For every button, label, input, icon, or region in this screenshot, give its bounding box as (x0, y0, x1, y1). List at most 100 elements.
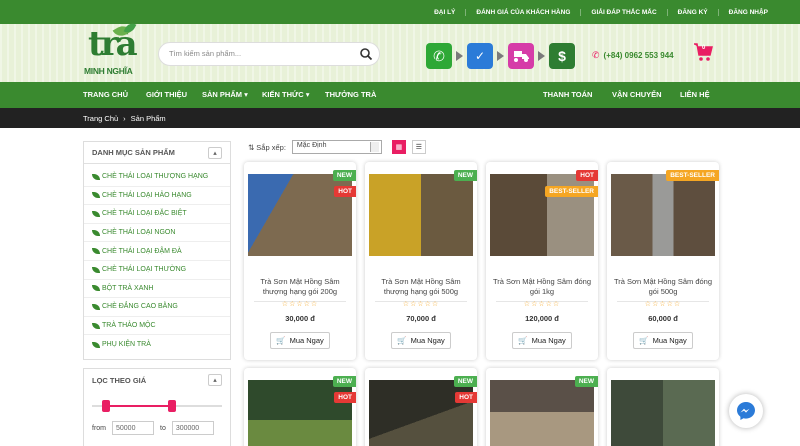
product-name[interactable]: Trà Sơn Mật Hồng Sâm thượng hạng gói 200… (248, 277, 352, 297)
category-item[interactable]: TRÀ THẢO MỘC (84, 317, 230, 336)
product-name[interactable]: Trà Sơn Mật Hồng Sâm đóng gói 1kg (490, 277, 594, 297)
cart-icon: 🛒 (276, 336, 286, 345)
nav-shipping[interactable]: VẬN CHUYỂN (612, 90, 662, 99)
product-image[interactable] (369, 380, 473, 446)
product-card[interactable]: HOT BEST-SELLER Trà Sơn Mật Hồng Sâm đón… (486, 162, 598, 360)
arrow-icon (538, 51, 545, 61)
product-image[interactable] (611, 174, 715, 256)
site-header: trà MINH NGHĨA Tìm kiếm sản phẩm... ✆ ✓ … (0, 20, 800, 82)
messenger-icon (737, 402, 755, 420)
category-item[interactable]: CHÈ THÁI LOẠI ĐẬM ĐÀ (84, 242, 230, 261)
delivery-icon (508, 43, 534, 69)
new-badge: NEW (332, 376, 356, 387)
product-card[interactable]: NEW HOT (244, 368, 356, 446)
top-link-agent[interactable]: ĐẠI LÝ (424, 9, 465, 16)
search-box[interactable]: Tìm kiếm sản phẩm... (158, 42, 380, 66)
price-from-label: from (92, 424, 106, 432)
arrow-icon (456, 51, 463, 61)
product-image[interactable] (490, 380, 594, 446)
new-badge: NEW (453, 376, 477, 387)
dollar-icon: $ (549, 43, 575, 69)
price-from-field[interactable] (112, 421, 154, 435)
chevron-right-icon: › (123, 113, 126, 123)
clipboard-icon: ✓ (467, 43, 493, 69)
buy-now-button[interactable]: 🛒 Mua Ngay (391, 332, 451, 349)
product-card[interactable]: NEW HOT Trà Sơn Mật Hồng Sâm thượng hạng… (244, 162, 356, 360)
product-price: 120,000 đ (525, 314, 559, 323)
price-filter-header: LỌC THEO GIÁ ▴ (84, 369, 230, 391)
category-header: DANH MỤC SẢN PHẨM ▴ (84, 142, 230, 164)
price-to-field[interactable] (171, 421, 214, 435)
phone-icon: ✆ (592, 50, 600, 60)
nav-contact[interactable]: LIÊN HỆ (680, 90, 710, 99)
new-badge: NEW (574, 376, 598, 387)
list-view-icon[interactable]: ☰ (411, 140, 426, 154)
buy-now-button[interactable]: 🛒 Mua Ngay (270, 332, 330, 349)
search-icon[interactable] (359, 47, 373, 61)
nav-payment[interactable]: THANH TOÁN (543, 90, 592, 99)
leaf-icon (92, 173, 100, 180)
product-card[interactable]: NEW (486, 368, 598, 446)
grid-view-icon[interactable]: ▦ (391, 140, 406, 154)
arrow-icon (497, 51, 504, 61)
category-item[interactable]: BỘT TRÀ XANH (84, 280, 230, 299)
slider-handle-max[interactable] (168, 400, 176, 412)
category-item[interactable]: CHÈ ĐẮNG CAO BẰNG (84, 298, 230, 317)
price-filter-title: LỌC THEO GIÁ (92, 375, 147, 385)
buy-now-button[interactable]: 🛒 Mua Ngay (512, 332, 572, 349)
sort-select[interactable]: Mặc Định (291, 140, 382, 154)
nav-about[interactable]: GIỚI THIỆU (146, 90, 187, 99)
collapse-toggle[interactable]: ▴ (208, 146, 222, 159)
product-name[interactable]: Trà Sơn Mật Hồng Sâm đóng gói 500g (611, 277, 715, 297)
hot-badge: HOT (455, 392, 477, 403)
top-link-reviews[interactable]: ĐÁNH GIÁ CỦA KHÁCH HÀNG (465, 8, 580, 16)
category-item[interactable]: PHỤ KIỆN TRÀ (84, 335, 230, 354)
product-price: 30,000 đ (285, 314, 315, 323)
hot-badge: HOT (334, 186, 356, 197)
category-item[interactable]: CHÈ THÁI LOẠI HẢO HẠNG (84, 187, 230, 206)
rating-stars: ☆☆☆☆☆ (523, 301, 561, 308)
collapse-toggle[interactable]: ▴ (208, 374, 222, 386)
top-link-login[interactable]: ĐĂNG NHẬP (717, 8, 778, 16)
messenger-chat-button[interactable] (729, 394, 763, 428)
nav-home[interactable]: TRANG CHỦ (83, 90, 128, 99)
hotline-number: (+84) 0962 553 944 (603, 51, 674, 60)
product-card[interactable]: BEST-SELLER Trà Sơn Mật Hồng Sâm đóng gó… (607, 162, 719, 360)
product-name[interactable]: Trà Sơn Mật Hồng Sâm thượng hạng gói 500… (369, 277, 473, 297)
best-seller-badge: BEST-SELLER (545, 186, 598, 197)
herb-icon (92, 322, 100, 329)
category-item[interactable]: CHÈ THÁI LOẠI NGON (84, 224, 230, 243)
top-bar: ĐẠI LÝ ĐÁNH GIÁ CỦA KHÁCH HÀNG GIẢI ĐÁP … (0, 0, 800, 24)
category-item[interactable]: CHÈ THÁI LOẠI THƯỜNG (84, 261, 230, 280)
product-card[interactable]: NEW Trà Sơn Mật Hồng Sâm thượng hạng gói… (365, 162, 477, 360)
product-image[interactable] (611, 380, 715, 446)
top-link-register[interactable]: ĐĂNG KÝ (666, 8, 718, 16)
search-input[interactable]: Tìm kiếm sản phẩm... (169, 49, 241, 58)
site-logo[interactable]: trà MINH NGHĨA (84, 20, 140, 80)
matcha-icon (92, 285, 100, 292)
hotline[interactable]: ✆ (+84) 0962 553 944 (592, 50, 674, 61)
leaf-icon (92, 303, 100, 310)
slider-handle-min[interactable] (102, 400, 110, 412)
category-item[interactable]: CHÈ THÁI LOẠI THƯỢNG HẠNG (84, 168, 230, 187)
price-to-label: to (160, 424, 166, 432)
product-price: 60,000 đ (648, 314, 678, 323)
leaf-icon (92, 248, 100, 255)
buy-now-button[interactable]: 🛒 Mua Ngay (633, 332, 693, 349)
nav-tea-tasting[interactable]: THƯỞNG TRÀ (325, 90, 376, 99)
nav-knowledge[interactable]: KIẾN THỨC ▾ (262, 90, 310, 99)
category-item[interactable]: CHÈ THÁI LOẠI ĐẶC BIỆT (84, 205, 230, 224)
product-card[interactable]: NEW HOT (365, 368, 477, 446)
top-link-faq[interactable]: GIẢI ĐÁP THẮC MẮC (580, 8, 666, 16)
hot-badge: HOT (576, 170, 598, 181)
breadcrumb-home[interactable]: Trang Chủ (83, 114, 118, 123)
product-card[interactable] (607, 368, 719, 446)
sort-icon: ⇅ (248, 142, 255, 152)
breadcrumb: Trang Chủ › Sản Phẩm (0, 108, 800, 128)
price-range-slider[interactable] (92, 400, 222, 412)
product-image[interactable] (369, 174, 473, 256)
nav-products[interactable]: SẢN PHẨM ▾ (202, 90, 248, 99)
cart-button[interactable]: 0 (692, 41, 714, 63)
product-image[interactable] (248, 380, 352, 446)
sort-bar: ⇅ Sắp xếp: Mặc Định ▦ ☰ (248, 139, 426, 155)
